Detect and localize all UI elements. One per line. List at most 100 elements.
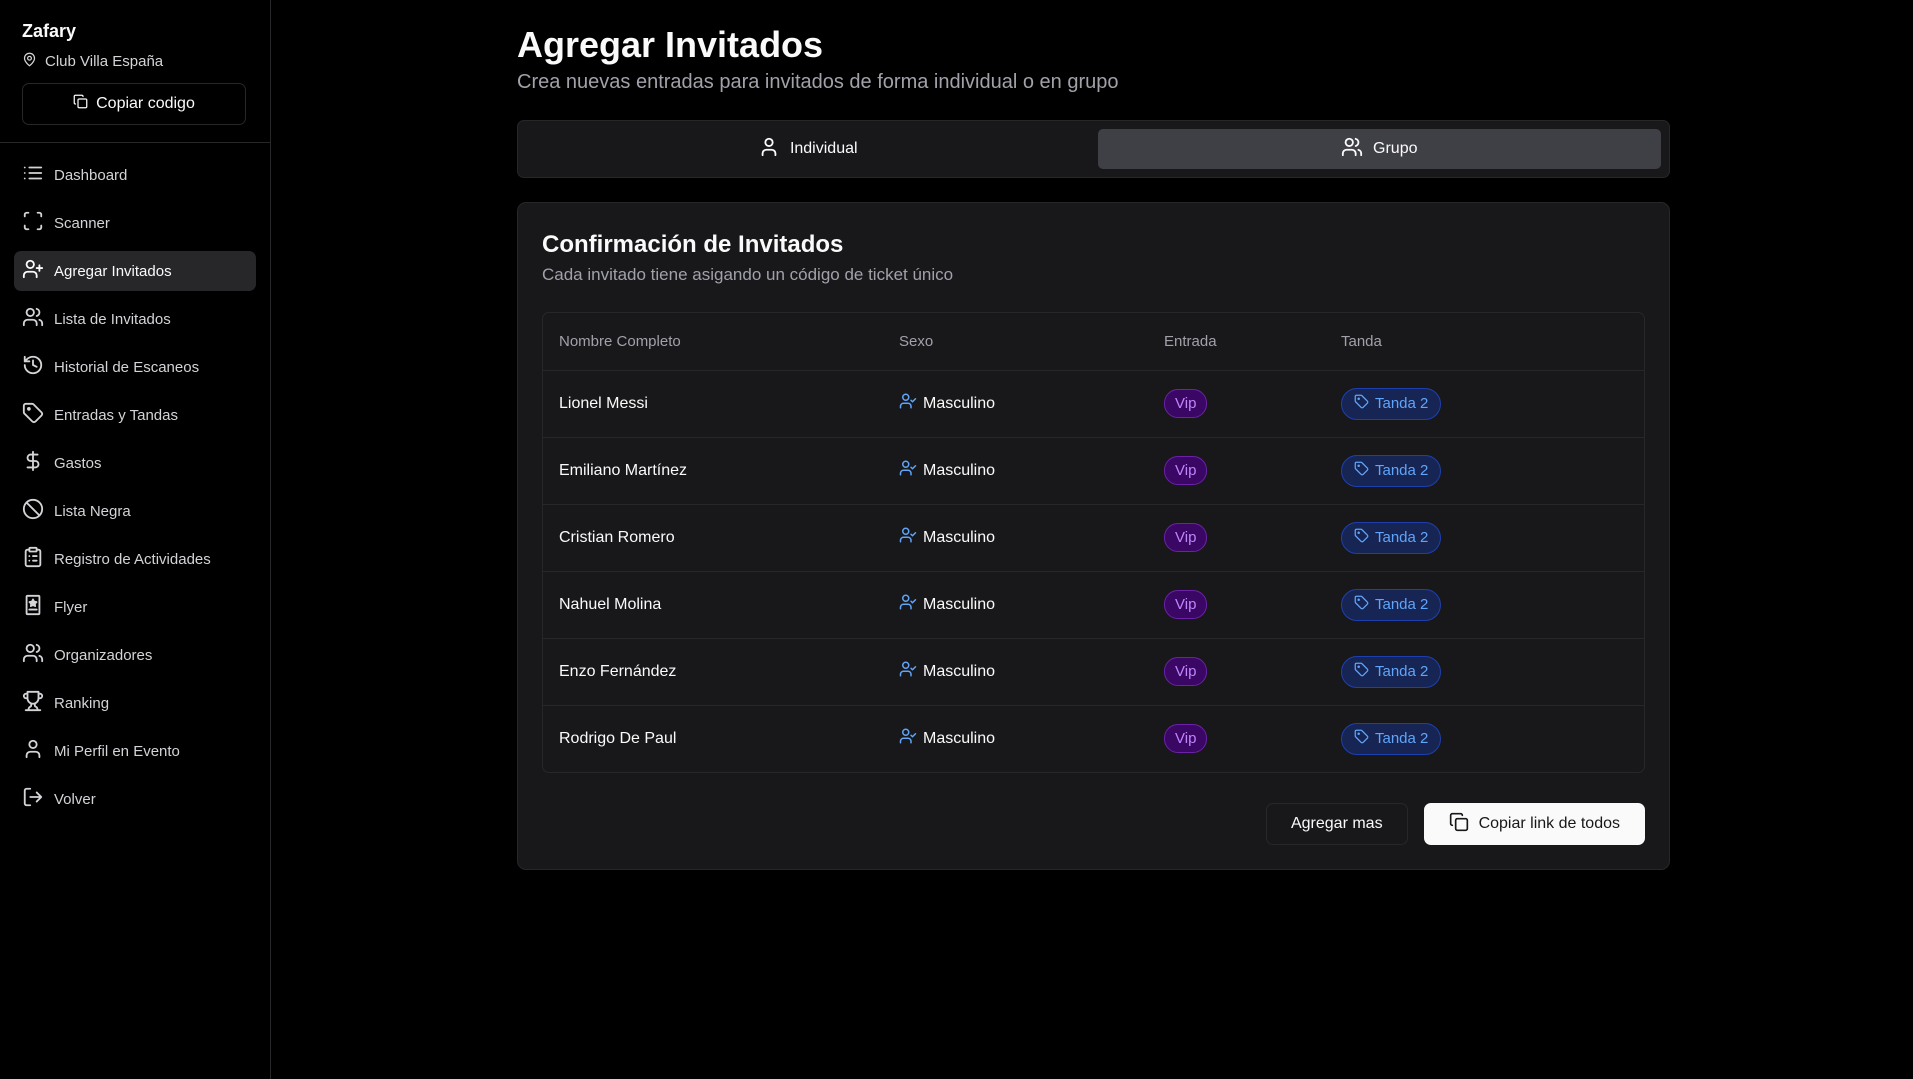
card-actions: Agregar mas Copiar link de todos — [1265, 803, 1645, 845]
entry-badge: Vip — [1164, 456, 1208, 485]
guest-name: Nahuel Molina — [543, 571, 883, 639]
sidebar-item-lista-negra[interactable]: Lista Negra — [14, 491, 256, 531]
guest-sex: Masculino — [883, 638, 1148, 706]
sidebar-item-label: Entradas y Tandas — [54, 406, 178, 424]
sidebar-item-lista-de-invitados[interactable]: Lista de Invitados — [14, 299, 256, 339]
flyer-icon — [22, 594, 44, 620]
sidebar-item-scanner[interactable]: Scanner — [14, 203, 256, 243]
user-plus-icon — [22, 258, 44, 284]
entry-badge: Vip — [1164, 389, 1208, 418]
table-row: Nahuel Molina Masculino Vip Tanda 2 — [543, 571, 1644, 639]
table-row: Emiliano Martínez Masculino Vip Tanda 2 — [543, 437, 1644, 505]
sidebar-item-gastos[interactable]: Gastos — [14, 443, 256, 483]
copy-all-links-label: Copiar link de todos — [1478, 815, 1620, 832]
guest-name-text: Emiliano Martínez — [559, 461, 688, 479]
sidebar-item-volver[interactable]: Volver — [14, 779, 256, 819]
guest-tanda: Tanda 2 — [1325, 705, 1644, 772]
sidebar-item-ranking[interactable]: Ranking — [14, 683, 256, 723]
guest-entry: Vip — [1148, 504, 1325, 572]
guest-tanda: Tanda 2 — [1325, 437, 1644, 505]
tag-icon — [1354, 595, 1369, 614]
guest-sex: Masculino — [883, 705, 1148, 772]
sidebar-item-agregar-invitados[interactable]: Agregar Invitados — [14, 251, 256, 291]
guest-entry: Vip — [1148, 571, 1325, 639]
tag-icon — [1354, 662, 1369, 681]
sidebar-item-organizadores[interactable]: Organizadores — [14, 635, 256, 675]
tag-icon — [1354, 394, 1369, 413]
add-more-button[interactable]: Agregar mas — [1265, 803, 1408, 845]
table-row: Lionel Messi Masculino Vip Tanda 2 — [543, 370, 1644, 438]
sidebar-item-label: Flyer — [54, 598, 88, 616]
clipboard-icon — [22, 546, 44, 572]
sidebar-item-label: Historial de Escaneos — [54, 358, 200, 376]
sidebar-item-mi-perfil-en-evento[interactable]: Mi Perfil en Evento — [14, 731, 256, 771]
list-icon — [22, 162, 44, 188]
confirmation-card: Confirmación de Invitados Cada invitado … — [517, 202, 1670, 870]
scan-icon — [22, 210, 44, 236]
guest-entry: Vip — [1148, 370, 1325, 438]
copy-icon — [73, 94, 88, 114]
guest-sex: Masculino — [883, 571, 1148, 639]
user-check-icon — [899, 727, 917, 750]
users-icon — [22, 306, 44, 332]
guest-sex-text: Masculino — [923, 394, 996, 412]
guest-entry: Vip — [1148, 705, 1325, 772]
tanda-badge-label: Tanda 2 — [1375, 395, 1429, 412]
copy-code-button[interactable]: Copiar codigo — [22, 83, 246, 125]
guest-tanda: Tanda 2 — [1325, 638, 1644, 706]
logout-icon — [22, 786, 44, 812]
user-check-icon — [899, 660, 917, 683]
page-title: Agregar Invitados — [517, 24, 824, 65]
entry-badge: Vip — [1164, 590, 1208, 619]
column-header-tanda: Tanda — [1325, 313, 1644, 371]
guest-sex: Masculino — [883, 437, 1148, 505]
guest-name: Cristian Romero — [543, 504, 883, 572]
copy-all-links-button[interactable]: Copiar link de todos — [1423, 803, 1645, 845]
tag-icon — [1354, 729, 1369, 748]
sidebar-item-historial-de-escaneos[interactable]: Historial de Escaneos — [14, 347, 256, 387]
sidebar-item-label: Lista de Invitados — [54, 310, 171, 328]
guest-sex: Masculino — [883, 370, 1148, 438]
table-row: Rodrigo De Paul Masculino Vip Tanda 2 — [543, 705, 1644, 772]
entry-badge: Vip — [1164, 724, 1208, 754]
column-header-entry: Entrada — [1148, 313, 1325, 371]
user-icon — [758, 136, 780, 163]
mode-tabs: Individual Grupo — [517, 120, 1670, 178]
users-icon — [1341, 136, 1363, 163]
tanda-badge-label: Tanda 2 — [1375, 730, 1429, 748]
page-subtitle: Crea nuevas entradas para invitados de f… — [517, 71, 1119, 93]
sidebar-item-label: Volver — [54, 790, 96, 808]
guest-entry: Vip — [1148, 437, 1325, 505]
tanda-badge-label: Tanda 2 — [1375, 596, 1429, 613]
tag-icon — [1354, 528, 1369, 547]
tab-individual[interactable]: Individual — [526, 129, 1090, 169]
sidebar-item-label: Mi Perfil en Evento — [54, 742, 180, 760]
sidebar-item-flyer[interactable]: Flyer — [14, 587, 256, 627]
sidebar: Zafary Club Villa España Copiar codigo D… — [0, 0, 271, 1079]
sidebar-item-label: Gastos — [54, 454, 102, 472]
guest-sex-text: Masculino — [923, 729, 996, 747]
entry-badge: Vip — [1164, 657, 1208, 686]
tab-grupo[interactable]: Grupo — [1097, 129, 1661, 169]
event-name: Zafary — [22, 21, 77, 41]
sidebar-header: Zafary Club Villa España Copiar codigo — [0, 0, 270, 143]
copy-code-label: Copiar codigo — [96, 95, 195, 112]
sidebar-item-label: Dashboard — [54, 166, 128, 184]
sex-cell: Masculino — [899, 459, 1148, 482]
table-row: Cristian Romero Masculino Vip Tanda 2 — [543, 504, 1644, 572]
tanda-badge-label: Tanda 2 — [1375, 529, 1429, 546]
sidebar-item-label: Lista Negra — [54, 502, 131, 520]
card-description: Cada invitado tiene asigando un código d… — [542, 265, 954, 284]
entry-badge: Vip — [1164, 523, 1208, 552]
guest-sex-text: Masculino — [923, 595, 996, 613]
sidebar-item-entradas-y-tandas[interactable]: Entradas y Tandas — [14, 395, 256, 435]
card-title: Confirmación de Invitados — [542, 231, 844, 258]
sidebar-item-registro-de-actividades[interactable]: Registro de Actividades — [14, 539, 256, 579]
guest-entry: Vip — [1148, 638, 1325, 706]
sidebar-item-dashboard[interactable]: Dashboard — [14, 155, 256, 195]
tag-icon — [1354, 461, 1369, 480]
guest-tanda: Tanda 2 — [1325, 370, 1644, 438]
guest-name-text: Rodrigo De Paul — [559, 729, 677, 747]
map-pin-icon — [22, 52, 37, 71]
sidebar-item-label: Organizadores — [54, 646, 153, 664]
